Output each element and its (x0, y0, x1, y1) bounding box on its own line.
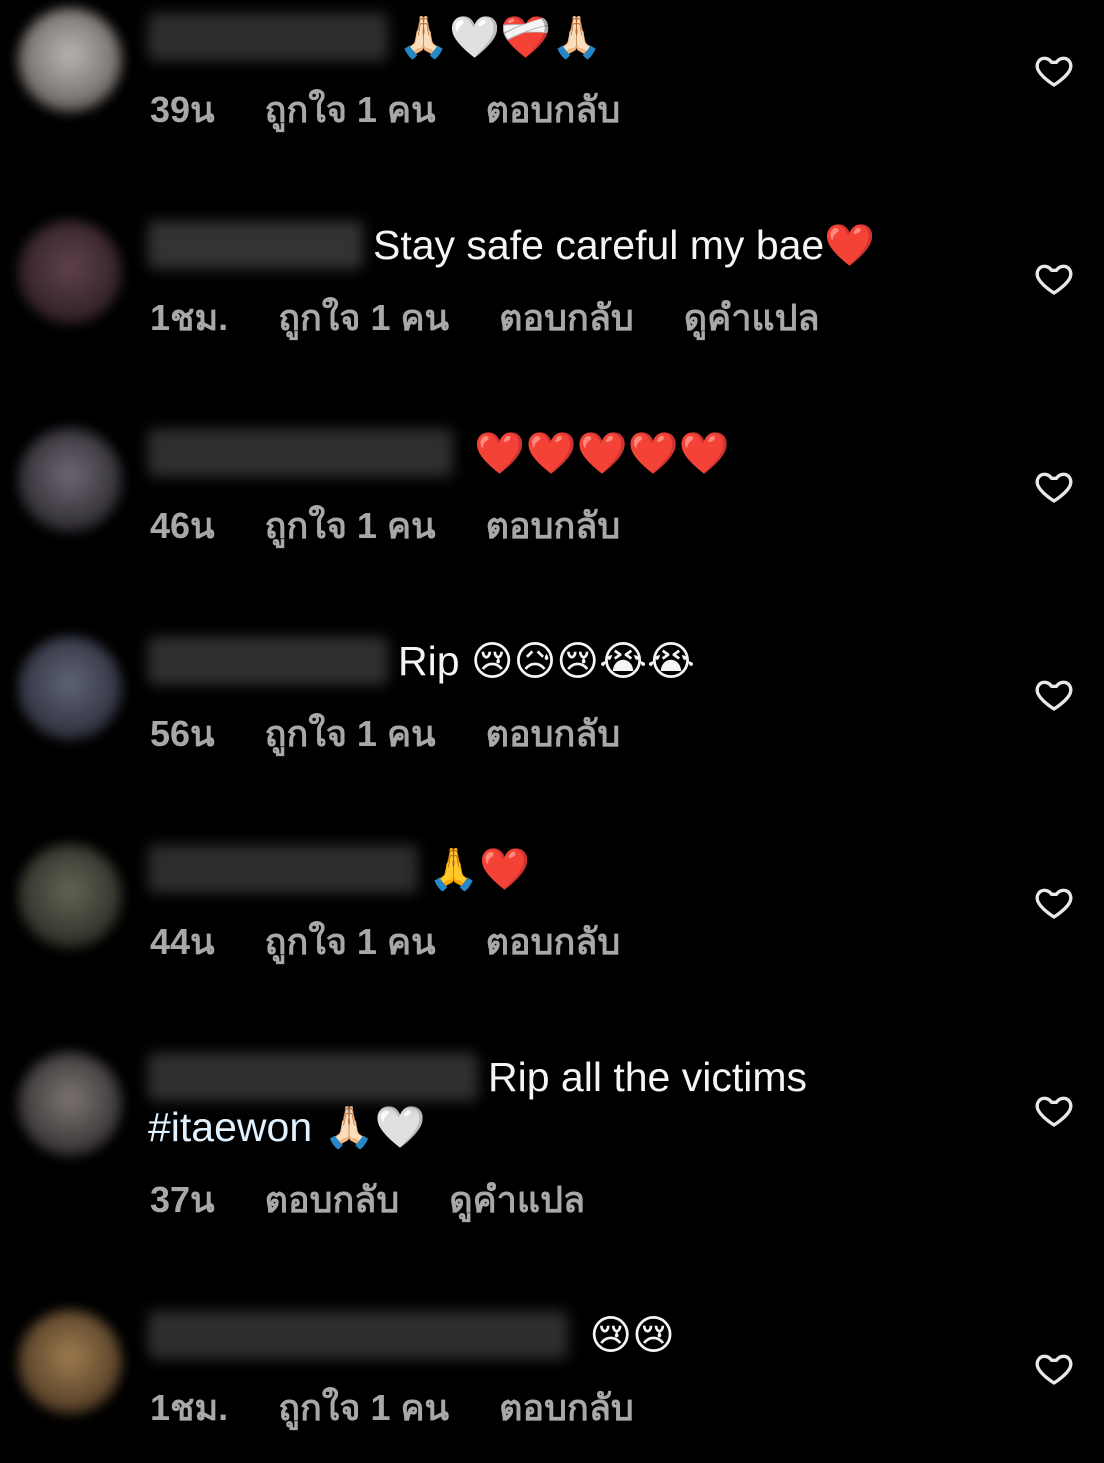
comment-item: Rip 😢😥😢😭😭 56น ถูกใจ 1 คน ตอบกลับ (0, 624, 1104, 832)
comment-meta: 37น ตอบกลับ ดูคำแปล (150, 1178, 635, 1222)
reply-button[interactable]: ตอบกลับ (486, 920, 621, 964)
comment-item: ❤️❤️❤️❤️❤️ 46น ถูกใจ 1 คน ตอบกลับ (0, 416, 1104, 624)
username[interactable] (148, 1053, 478, 1101)
comment-item: Rip all the victims #itaewon 🙏🏻🤍 37น ตอบกล… (0, 1040, 1104, 1298)
avatar[interactable] (18, 220, 122, 324)
username[interactable] (148, 845, 418, 893)
comment-item: 🙏❤️ 44น ถูกใจ 1 คน ตอบกลับ (0, 832, 1104, 1040)
heart-outline-icon (1035, 1354, 1073, 1385)
reply-button[interactable]: ตอบกลับ (265, 1178, 400, 1222)
comment-meta: 46น ถูกใจ 1 คน ตอบกลับ (150, 504, 670, 548)
comment-text-emoji: 🙏🏻🤍 (312, 1104, 426, 1150)
comment-text-block: Stay safe careful my bae❤️ (148, 220, 974, 270)
translate-button[interactable]: ดูคำแปล (449, 1178, 585, 1222)
like-count[interactable]: ถูกใจ 1 คน (265, 504, 436, 548)
like-button[interactable] (1034, 674, 1074, 714)
comment-item: Stay safe careful my bae❤️ 1ชม. ถูกใจ 1 ค… (0, 208, 1104, 416)
comment-text: Rip 😢😥😢😭😭 (398, 638, 695, 684)
like-button[interactable] (1034, 50, 1074, 90)
comment-text-block: 😢😢 (148, 1310, 974, 1360)
reply-button[interactable]: ตอบกลับ (499, 296, 634, 340)
heart-outline-icon (1035, 680, 1073, 711)
like-count[interactable]: ถูกใจ 1 คน (278, 296, 449, 340)
comment-text-block: ❤️❤️❤️❤️❤️ (148, 428, 974, 478)
comment-text-block: 🙏🏻🤍❤️‍🩹🙏🏻 (148, 12, 974, 62)
heart-outline-icon (1035, 1096, 1073, 1127)
timestamp: 1ชม. (150, 1387, 229, 1428)
comment-item: 🙏🏻🤍❤️‍🩹🙏🏻 39น ถูกใจ 1 คน ตอบกลับ (0, 0, 1104, 208)
like-button[interactable] (1034, 466, 1074, 506)
heart-outline-icon (1035, 56, 1073, 87)
timestamp: 37น (150, 1179, 215, 1220)
comment-meta: 56น ถูกใจ 1 คน ตอบกลับ (150, 712, 670, 756)
reply-button[interactable]: ตอบกลับ (499, 1386, 634, 1430)
comment-text-block: Rip all the victims #itaewon 🙏🏻🤍 (148, 1052, 974, 1152)
like-count[interactable]: ถูกใจ 1 คน (265, 88, 436, 132)
timestamp: 46น (150, 505, 215, 546)
comment-text: 🙏❤️ (428, 846, 531, 892)
comment-meta: 39น ถูกใจ 1 คน ตอบกลับ (150, 88, 670, 132)
like-count[interactable]: ถูกใจ 1 คน (265, 712, 436, 756)
hashtag-link[interactable]: #itaewon (148, 1104, 312, 1150)
translate-button[interactable]: ดูคำแปล (684, 296, 820, 340)
like-button[interactable] (1034, 1348, 1074, 1388)
comment-text: ❤️❤️❤️❤️❤️ (463, 430, 730, 476)
avatar[interactable] (18, 844, 122, 948)
comment-meta: 1ชม. ถูกใจ 1 คน ตอบกลับ ดูคำแปล (150, 296, 870, 340)
like-button[interactable] (1034, 258, 1074, 298)
heart-outline-icon (1035, 472, 1073, 503)
comment-text-block: Rip 😢😥😢😭😭 (148, 636, 974, 686)
like-count[interactable]: ถูกใจ 1 คน (265, 920, 436, 964)
username[interactable] (148, 13, 388, 61)
reply-button[interactable]: ตอบกลับ (486, 712, 621, 756)
like-count[interactable]: ถูกใจ 1 คน (278, 1386, 449, 1430)
reply-button[interactable]: ตอบกลับ (486, 88, 621, 132)
avatar[interactable] (18, 1052, 122, 1156)
comment-text: Rip all the victims (488, 1054, 807, 1100)
avatar[interactable] (18, 636, 122, 740)
username[interactable] (148, 221, 363, 269)
avatar[interactable] (18, 8, 122, 112)
avatar[interactable] (18, 428, 122, 532)
like-button[interactable] (1034, 882, 1074, 922)
comment-meta: 1ชม. ถูกใจ 1 คน ตอบกลับ (150, 1386, 684, 1430)
username[interactable] (148, 429, 453, 477)
timestamp: 1ชม. (150, 297, 229, 338)
reply-button[interactable]: ตอบกลับ (486, 504, 621, 548)
comment-text: Stay safe careful my bae❤️ (373, 222, 876, 268)
comment-text-block: 🙏❤️ (148, 844, 974, 894)
timestamp: 39น (150, 89, 215, 130)
like-button[interactable] (1034, 1090, 1074, 1130)
comment-meta: 44น ถูกใจ 1 คน ตอบกลับ (150, 920, 670, 964)
username[interactable] (148, 1311, 568, 1359)
timestamp: 44น (150, 921, 215, 962)
comment-text: 🙏🏻🤍❤️‍🩹🙏🏻 (398, 14, 603, 60)
comment-item: 😢😢 1ชม. ถูกใจ 1 คน ตอบกลับ (0, 1298, 1104, 1463)
avatar[interactable] (18, 1310, 122, 1414)
timestamp: 56น (150, 713, 215, 754)
username[interactable] (148, 637, 388, 685)
comment-text: 😢😢 (578, 1312, 675, 1358)
heart-outline-icon (1035, 264, 1073, 295)
heart-outline-icon (1035, 888, 1073, 919)
